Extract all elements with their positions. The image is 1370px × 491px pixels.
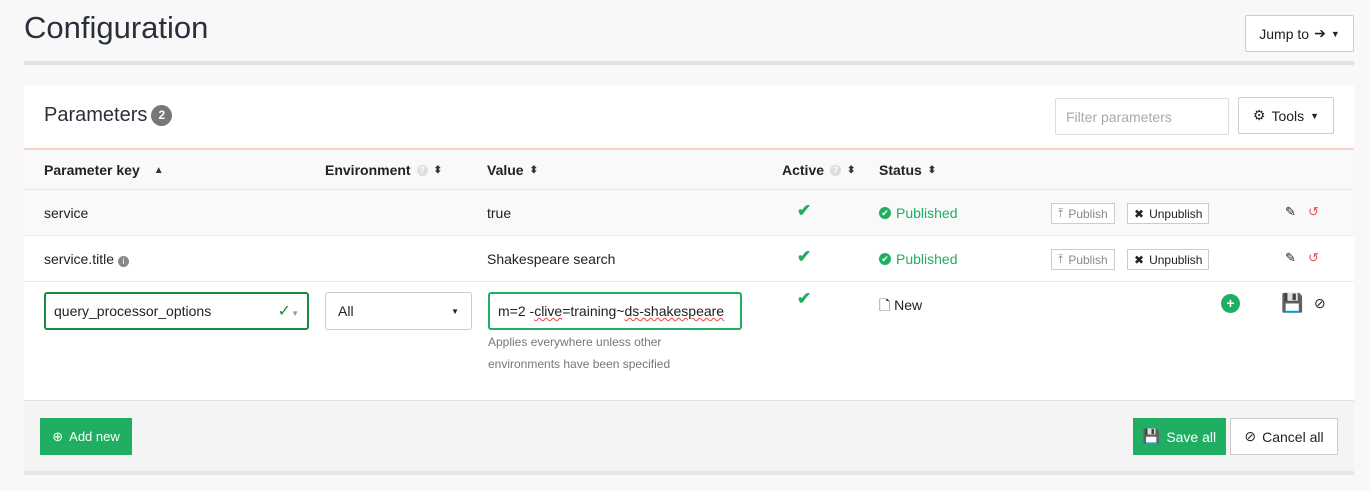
environment-select[interactable]: All ▼ (325, 292, 472, 330)
save-all-label: Save all (1166, 428, 1217, 445)
arrow-circle-right-icon: ➔ (1314, 25, 1326, 41)
tools-button[interactable]: ⚙ Tools ▼ (1238, 97, 1334, 134)
status-text: New (894, 297, 923, 313)
value-input[interactable]: m=2 - clive =training~ ds-shakespeare (488, 292, 742, 330)
panel-title-text: Parameters (44, 104, 148, 126)
column-parameter-key[interactable]: Parameter key ▲ (44, 162, 164, 178)
publish-button[interactable]: ⤒ Publish (1051, 249, 1115, 270)
pencil-icon[interactable]: ✎ (1285, 250, 1296, 266)
column-label: Parameter key (44, 162, 140, 178)
help-icon[interactable]: ? (830, 164, 842, 176)
column-label: Environment (325, 162, 411, 178)
table-row: service true ✔ ✔ Published ⤒ Publish ✖ Unpu… (24, 190, 1354, 236)
unpublish-button[interactable]: ✖ Unpublish (1127, 249, 1210, 270)
check-circle-icon: ✔ (879, 207, 891, 219)
caret-down-icon: ▼ (1330, 28, 1340, 39)
jump-to-button[interactable]: Jump to ➔ ▼ (1245, 15, 1354, 52)
status-published: ✔ Published (879, 251, 958, 267)
column-value[interactable]: Value ⬍ (487, 162, 538, 178)
info-icon[interactable]: i (117, 256, 129, 267)
parameter-value: Shakespeare search (487, 251, 616, 267)
value-text: m=2 - (498, 303, 535, 319)
panel-footer: ⊕ Add new 💾 Save all ⊘ Cancel all (24, 400, 1354, 475)
times-icon: ✖ (1134, 206, 1145, 221)
file-icon: 🗋 (879, 297, 891, 313)
help-icon[interactable]: ? (416, 164, 428, 176)
value-text: clive (534, 303, 563, 319)
value-text: =training~ (562, 303, 625, 319)
key-text: service.title (44, 251, 115, 267)
add-new-button[interactable]: ⊕ Add new (40, 418, 132, 455)
status-new: 🗋 New (879, 295, 922, 319)
parameter-key: service (44, 205, 89, 221)
publish-label: Publish (1068, 252, 1108, 267)
plus-circle-icon: ⊕ (52, 428, 64, 444)
upload-icon: ⤒ (1058, 252, 1064, 266)
save-icon[interactable]: 💾 (1281, 293, 1303, 314)
publish-label: Publish (1068, 206, 1108, 221)
table-row: service.title i Shakespeare search ✔ ✔ Pu… (24, 236, 1354, 282)
unpublish-label: Unpublish (1149, 206, 1203, 221)
sort-icon: ⬍ (927, 164, 937, 176)
count-badge: 2 (151, 105, 173, 126)
parameters-panel: Parameters2 ⚙ Tools ▼ Parameter key ▲ Envir… (24, 85, 1354, 475)
sort-icon: ⬍ (529, 164, 538, 176)
ban-icon[interactable]: ⊘ (1314, 295, 1326, 312)
cancel-all-button[interactable]: ⊘ Cancel all (1230, 418, 1338, 455)
filter-parameters-input[interactable] (1055, 98, 1229, 135)
panel-title: Parameters 2 (44, 104, 173, 127)
page-title: Configuration (24, 10, 209, 45)
value-text: ds-shakespeare (624, 303, 725, 319)
save-icon: 💾 (1142, 428, 1161, 444)
divider (24, 61, 1354, 65)
publish-button[interactable]: ⤒ Publish (1051, 203, 1115, 224)
key-input-value: query_processor_options (54, 303, 212, 319)
status-text: Published (896, 205, 958, 221)
check-circle-icon: ✔ (879, 253, 891, 265)
column-active[interactable]: Active? ⬍ (782, 162, 855, 178)
save-all-button[interactable]: 💾 Save all (1133, 418, 1226, 455)
pencil-icon[interactable]: ✎ (1285, 204, 1296, 220)
caret-down-icon: ▼ (1310, 110, 1320, 121)
ban-icon: ⊘ (1244, 428, 1257, 444)
environment-hint: Applies everywhere unless other environm… (488, 335, 671, 371)
upload-icon: ⤒ (1058, 206, 1064, 220)
times-icon: ✖ (1134, 252, 1145, 267)
unpublish-button[interactable]: ✖ Unpublish (1127, 203, 1210, 224)
undo-icon[interactable]: ↺ (1308, 204, 1319, 220)
sort-icon: ⬍ (433, 164, 442, 176)
column-label: Active (782, 162, 825, 178)
active-check-icon[interactable]: ✔ (797, 289, 811, 309)
unpublish-label: Unpublish (1149, 252, 1203, 267)
parameter-key: service.title i (44, 251, 129, 267)
active-check-icon: ✔ (797, 201, 812, 220)
parameter-value: true (487, 205, 512, 221)
caret-down-icon: ▼ (451, 306, 459, 316)
undo-icon[interactable]: ↺ (1308, 250, 1319, 266)
sort-asc-icon: ▲ (153, 164, 164, 176)
column-environment[interactable]: Environment? ⬍ (325, 162, 442, 178)
status-published: ✔ Published (879, 205, 958, 221)
jump-to-label: Jump to (1259, 25, 1310, 42)
column-status[interactable]: Status ⬍ (879, 162, 936, 178)
cancel-all-label: Cancel all (1262, 428, 1324, 445)
gears-icon: ⚙ (1252, 107, 1266, 123)
column-label: Value (487, 162, 524, 178)
add-new-label: Add new (69, 429, 120, 444)
sort-icon: ⬍ (847, 164, 856, 176)
table-header: Parameter key ▲ Environment? ⬍ Value ⬍ Acti… (24, 148, 1354, 190)
active-check-icon: ✔ (797, 247, 812, 266)
column-label: Status (879, 162, 922, 178)
status-text: Published (896, 251, 958, 267)
environment-value: All (338, 303, 354, 319)
valid-check-icon: ✓▼ (277, 303, 299, 320)
parameter-key-input[interactable]: query_processor_options ✓▼ (44, 292, 309, 330)
add-circle-icon[interactable]: + (1221, 294, 1240, 313)
tools-label: Tools (1271, 107, 1305, 124)
